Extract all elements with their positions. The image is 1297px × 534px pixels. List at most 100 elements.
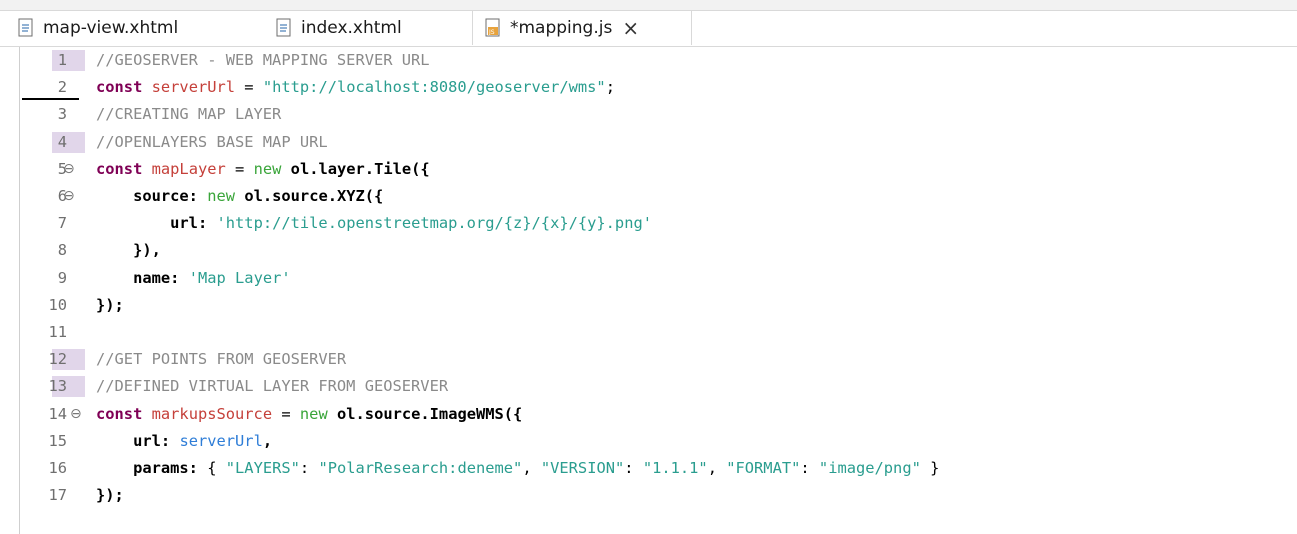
line-number: 12 — [48, 350, 67, 369]
xhtml-file-icon — [18, 18, 33, 37]
line-number: 1 — [57, 51, 67, 69]
code-line[interactable]: 8 }), — [0, 237, 1297, 264]
code-token: }), — [133, 241, 161, 260]
line-number: 14 — [48, 404, 67, 423]
code-token: "LAYERS" — [225, 459, 300, 477]
code-token: = — [225, 159, 254, 178]
code-token: const — [96, 404, 143, 423]
code-token: new — [299, 404, 328, 423]
line-number: 4 — [57, 132, 67, 151]
close-icon[interactable]: × — [622, 18, 639, 38]
code-text: url: 'http://tile.openstreetmap.org/{z}/… — [96, 210, 652, 237]
editor-tab-bar: map-view.xhtml index.xhtml JS *mapping.j… — [0, 0, 1297, 47]
code-token: ol.source.XYZ({ — [244, 187, 384, 205]
tab-mapping-js[interactable]: JS *mapping.js × — [472, 11, 692, 45]
code-line[interactable]: 17}); — [0, 482, 1297, 509]
tab-map-view[interactable]: map-view.xhtml — [18, 11, 178, 45]
code-line[interactable]: 10}); — [0, 292, 1297, 319]
code-text: }), — [96, 237, 161, 264]
code-line[interactable]: 7 url: 'http://tile.openstreetmap.org/{z… — [0, 210, 1297, 237]
code-line[interactable]: 6 ⊖ source: new ol.source.XYZ({ — [0, 183, 1297, 210]
code-token: }); — [96, 295, 124, 314]
code-token: = — [235, 78, 263, 97]
code-text: const mapLayer = new ol.layer.Tile({ — [96, 156, 430, 183]
code-token: : — [299, 459, 319, 477]
fold-toggle-icon[interactable]: ⊖ — [63, 156, 75, 183]
code-token: const — [96, 78, 143, 97]
code-token: "image/png" — [818, 459, 921, 477]
code-token: { — [197, 459, 226, 477]
code-text: const markupsSource = new ol.source.Imag… — [96, 401, 522, 428]
code-line[interactable]: 16 params: { "LAYERS": "PolarResearch:de… — [0, 455, 1297, 482]
code-token: url: — [170, 214, 208, 233]
code-token: //CREATING MAP LAYER — [96, 105, 282, 124]
code-token: markupsSource — [151, 404, 273, 423]
code-token: ol.source.ImageWMS({ — [337, 404, 523, 423]
code-line[interactable]: 9 name: 'Map Layer' — [0, 265, 1297, 292]
code-token: mapLayer — [151, 159, 226, 178]
code-token: new — [207, 187, 236, 205]
code-token: url: — [133, 431, 171, 450]
fold-toggle-icon[interactable]: ⊖ — [63, 183, 75, 210]
code-line[interactable]: 14 ⊖ const markupsSource = new ol.source.I… — [0, 401, 1297, 428]
code-text: //GET POINTS FROM GEOSERVER — [96, 346, 346, 373]
line-number: 15 — [48, 431, 67, 450]
code-text: const serverUrl = "http://localhost:8080… — [96, 74, 615, 101]
tab-index[interactable]: index.xhtml — [276, 11, 402, 45]
line-gutter: 17 — [20, 482, 95, 509]
code-token: //GEOSERVER - WEB MAPPING SERVER URL — [96, 51, 430, 69]
line-number: 16 — [48, 459, 67, 477]
line-number: 8 — [57, 241, 67, 260]
code-text: url: serverUrl, — [96, 428, 272, 455]
line-gutter: 16 — [20, 455, 95, 482]
code-text: //CREATING MAP LAYER — [96, 101, 281, 128]
code-token: const — [96, 159, 143, 178]
code-line[interactable]: 15 url: serverUrl, — [0, 428, 1297, 455]
line-gutter: 9 — [20, 265, 95, 292]
line-number: 3 — [57, 105, 67, 124]
current-line-marker — [22, 98, 79, 101]
js-file-icon: JS — [485, 18, 500, 37]
code-line[interactable]: 1 //GEOSERVER - WEB MAPPING SERVER URL — [0, 47, 1297, 74]
code-token: 'Map Layer' — [188, 268, 291, 287]
line-gutter: 13 — [20, 373, 95, 400]
code-line[interactable]: 11 — [0, 319, 1297, 346]
code-text: params: { "LAYERS": "PolarResearch:denem… — [96, 455, 939, 482]
code-line[interactable]: 5 ⊖ const mapLayer = new ol.layer.Tile({ — [0, 156, 1297, 183]
fold-toggle-icon[interactable]: ⊖ — [70, 401, 82, 428]
code-line[interactable]: 2 const serverUrl = "http://localhost:808… — [0, 74, 1297, 101]
line-gutter: 4 — [20, 129, 95, 156]
line-gutter: 3 — [20, 101, 95, 128]
code-token: 'http://tile.openstreetmap.org/{z}/{x}/{… — [216, 214, 653, 233]
code-line[interactable]: 12 //GET POINTS FROM GEOSERVER — [0, 346, 1297, 373]
code-token: "http://localhost:8080/geoserver/wms" — [262, 78, 606, 97]
code-line[interactable]: 3 //CREATING MAP LAYER — [0, 101, 1297, 128]
code-token: }); — [96, 486, 124, 505]
line-gutter: 14 ⊖ — [20, 401, 95, 428]
line-number: 10 — [48, 295, 67, 314]
code-line[interactable]: 13 //DEFINED VIRTUAL LAYER FROM GEOSERVER — [0, 373, 1297, 400]
code-token: : — [624, 459, 643, 477]
code-token: , — [707, 459, 727, 477]
code-token: source: — [133, 187, 198, 205]
code-editor[interactable]: 1 //GEOSERVER - WEB MAPPING SERVER URL 2 co… — [0, 47, 1297, 534]
line-number: 2 — [57, 78, 67, 97]
tab-bar-strip — [0, 0, 1297, 11]
code-text: }); — [96, 292, 124, 319]
code-token: //OPENLAYERS BASE MAP URL — [96, 132, 328, 151]
code-token: name: — [133, 268, 180, 287]
code-text: //OPENLAYERS BASE MAP URL — [96, 129, 328, 156]
line-number: 13 — [48, 377, 67, 396]
code-token: = — [272, 404, 300, 423]
tab-label: map-view.xhtml — [43, 18, 179, 38]
code-line[interactable]: 4 //OPENLAYERS BASE MAP URL — [0, 129, 1297, 156]
line-gutter: 11 — [20, 319, 95, 346]
